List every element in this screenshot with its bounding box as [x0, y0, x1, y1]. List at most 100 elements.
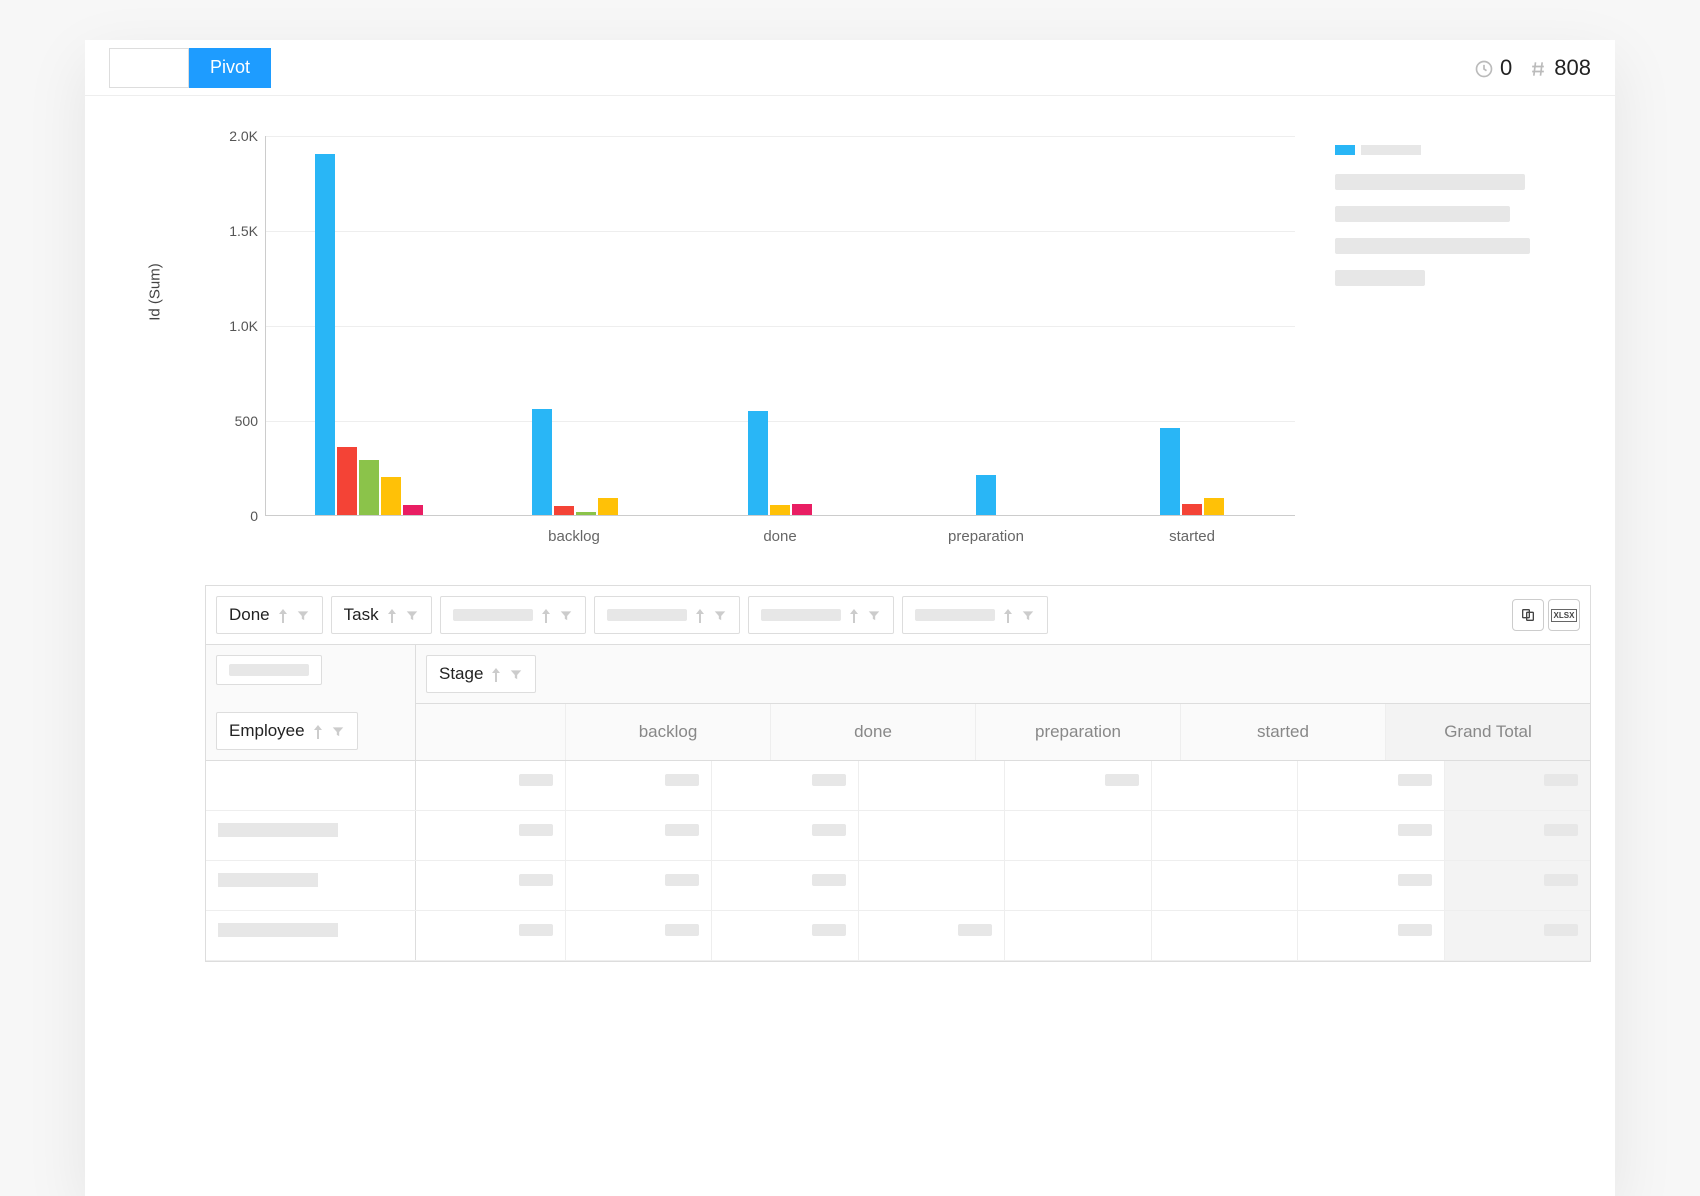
measure-chip-task[interactable]: Task [331, 596, 432, 634]
export-copy-button[interactable] [1512, 599, 1544, 631]
filter-icon[interactable] [713, 605, 727, 625]
filter-icon[interactable] [1021, 605, 1035, 625]
cell [1005, 861, 1151, 910]
cell [1445, 911, 1590, 960]
x-tick: preparation [883, 516, 1089, 545]
filter-icon[interactable] [296, 605, 310, 625]
chip-placeholder [761, 609, 841, 621]
cell [1005, 761, 1151, 810]
bar[interactable] [576, 512, 596, 515]
sort-asc-icon[interactable] [849, 605, 859, 625]
cell [859, 761, 1005, 810]
column-header-started[interactable]: started [1181, 704, 1386, 760]
row-label [206, 761, 416, 810]
cell [1005, 811, 1151, 860]
column-header-preparation[interactable]: preparation [976, 704, 1181, 760]
sort-asc-icon[interactable] [541, 605, 551, 625]
measure-chip-placeholder[interactable] [748, 596, 894, 634]
x-tick: backlog [471, 516, 677, 545]
sort-asc-icon[interactable] [278, 605, 288, 625]
bar-group [266, 136, 472, 515]
bar[interactable] [532, 409, 552, 515]
filter-icon[interactable] [509, 664, 523, 684]
stat-count-value: 808 [1554, 55, 1591, 81]
cell [1298, 911, 1444, 960]
measure-chip-placeholder[interactable] [440, 596, 586, 634]
tab-label: Pivot [210, 57, 250, 78]
chip-label: Stage [439, 664, 483, 684]
bar-group [472, 136, 678, 515]
column-header-done[interactable]: done [771, 704, 976, 760]
bar[interactable] [792, 504, 812, 515]
chip-label: Employee [229, 721, 305, 741]
bar[interactable] [598, 498, 618, 515]
bar[interactable] [748, 411, 768, 516]
tab-group: Pivot [109, 48, 271, 88]
cell [566, 761, 712, 810]
cell [1152, 811, 1298, 860]
row-placeholder-chip[interactable] [216, 655, 322, 685]
legend-item[interactable] [1335, 270, 1425, 286]
stage-chip[interactable]: Stage [426, 655, 536, 693]
legend-item[interactable] [1335, 238, 1530, 254]
bar[interactable] [315, 154, 335, 515]
cell [1152, 861, 1298, 910]
y-tick: 0 [250, 508, 266, 524]
table-row [206, 761, 1590, 811]
sort-asc-icon[interactable] [695, 605, 705, 625]
bar[interactable] [337, 447, 357, 515]
cell [566, 861, 712, 910]
bar[interactable] [976, 475, 996, 515]
y-tick: 1.0K [229, 318, 266, 334]
cell [1445, 861, 1590, 910]
sort-asc-icon[interactable] [387, 605, 397, 625]
chip-label: Done [229, 605, 270, 625]
filter-icon[interactable] [559, 605, 573, 625]
cell [859, 861, 1005, 910]
column-header-blank[interactable] [416, 704, 566, 760]
legend-item[interactable] [1335, 142, 1555, 158]
bar[interactable] [381, 477, 401, 515]
sort-asc-icon[interactable] [1003, 605, 1013, 625]
x-tick: done [677, 516, 883, 545]
filter-icon[interactable] [405, 605, 419, 625]
legend-swatch [1335, 145, 1355, 155]
bar[interactable] [359, 460, 379, 515]
hash-icon [1528, 55, 1548, 81]
chip-placeholder [453, 609, 533, 621]
sort-asc-icon[interactable] [313, 721, 323, 741]
bar[interactable] [403, 505, 423, 515]
export-xlsx-button[interactable]: XLSX [1548, 599, 1580, 631]
employee-chip[interactable]: Employee [216, 712, 358, 750]
x-tick: started [1089, 516, 1295, 545]
clock-icon [1474, 55, 1494, 81]
cell [712, 811, 858, 860]
measure-chip-placeholder[interactable] [594, 596, 740, 634]
cell [712, 911, 858, 960]
bar-group [678, 136, 884, 515]
legend-item[interactable] [1335, 174, 1525, 190]
measure-chip-placeholder[interactable] [902, 596, 1048, 634]
x-tick [265, 516, 471, 545]
legend-item[interactable] [1335, 206, 1510, 222]
filter-icon[interactable] [867, 605, 881, 625]
cell [712, 761, 858, 810]
pivot-card: Done Task XLSX Employee [205, 585, 1591, 962]
bar[interactable] [554, 506, 574, 516]
bar[interactable] [1160, 428, 1180, 515]
bar-group [1089, 136, 1295, 515]
bar-group [883, 136, 1089, 515]
bar[interactable] [770, 505, 790, 515]
tab-pivot[interactable]: Pivot [189, 48, 271, 88]
column-header-grand-total[interactable]: Grand Total [1386, 704, 1590, 760]
cell [416, 761, 566, 810]
column-header-backlog[interactable]: backlog [566, 704, 771, 760]
header: Pivot 0 808 [85, 40, 1615, 96]
filter-icon[interactable] [331, 721, 345, 741]
measure-chip-done[interactable]: Done [216, 596, 323, 634]
tab-blank[interactable] [109, 48, 189, 88]
bar[interactable] [1182, 504, 1202, 515]
sort-asc-icon[interactable] [491, 664, 501, 684]
bar[interactable] [1204, 498, 1224, 515]
legend-placeholder [1361, 145, 1421, 155]
